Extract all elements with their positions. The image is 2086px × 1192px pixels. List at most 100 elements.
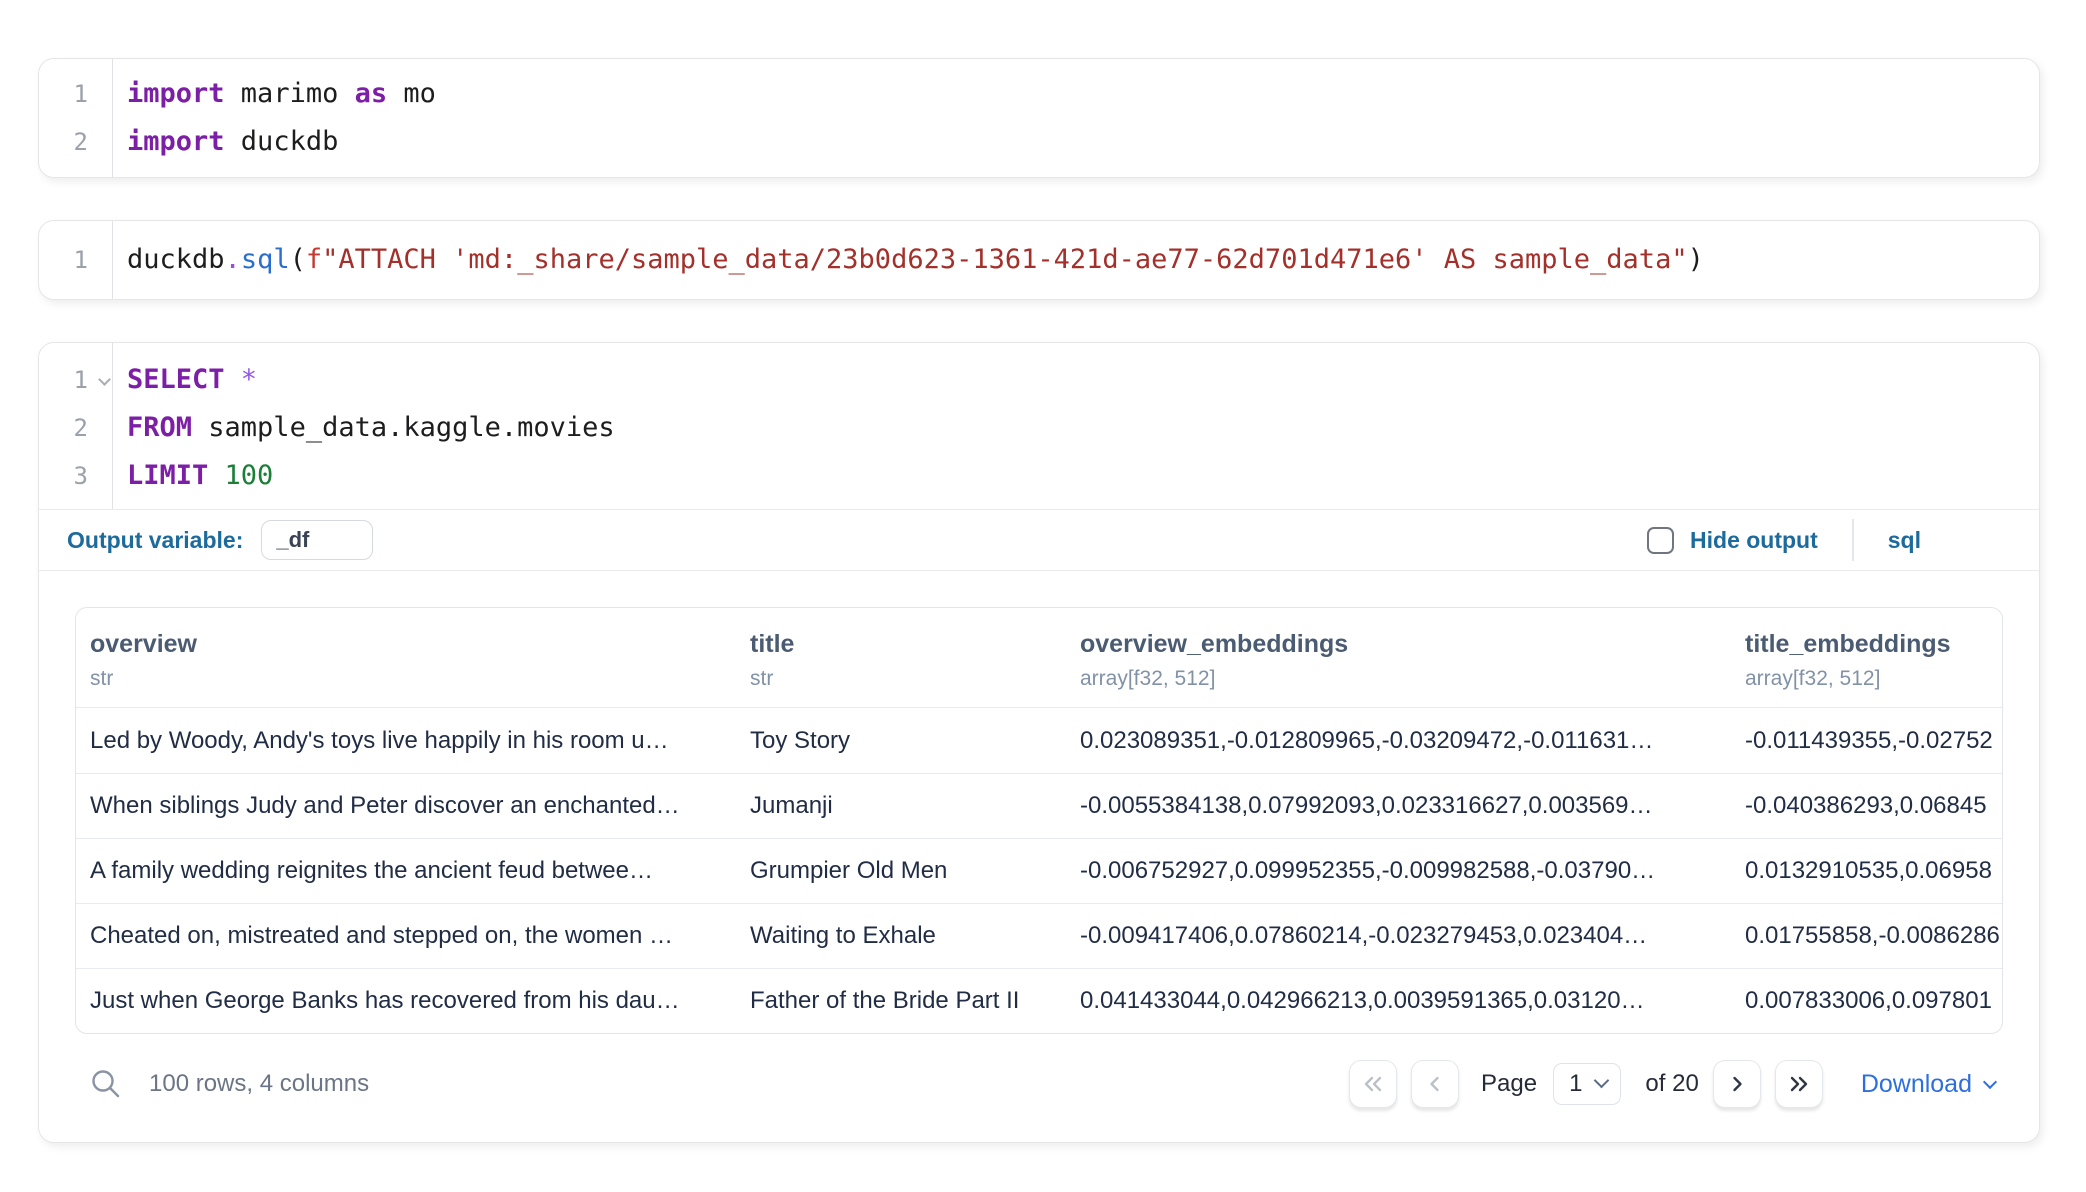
table-cell: -0.009417406,0.07860214,-0.023279453,0.0… (1066, 922, 1731, 950)
code-token: . (225, 244, 241, 275)
fold-toggle-icon[interactable] (98, 373, 111, 386)
search-icon[interactable] (89, 1067, 123, 1101)
cell-meta-bar: Output variable: Hide output sql (39, 509, 2039, 571)
chevron-down-icon (1594, 1073, 1610, 1089)
chevron-down-icon (1983, 1074, 1997, 1088)
line-number-gutter: 1 2 3 (39, 343, 113, 509)
code-line[interactable]: duckdb.sql(f"ATTACH 'md:_share/sample_da… (127, 236, 2039, 284)
code-token: "ATTACH 'md:_share/sample_data/23b0d623-… (322, 244, 1687, 275)
table-cell: When siblings Judy and Peter discover an… (76, 792, 736, 820)
table-cell: Father of the Bride Part II (736, 987, 1066, 1015)
chevron-left-icon (1425, 1074, 1445, 1094)
table-cell: Just when George Banks has recovered fro… (76, 987, 736, 1015)
chevron-right-icon (1727, 1074, 1747, 1094)
table-row: Cheated on, mistreated and stepped on, t… (76, 903, 2002, 968)
table-footer: 100 rows, 4 columns Page (75, 1034, 2003, 1142)
code-token: mo (387, 78, 436, 109)
chevrons-left-icon (1362, 1074, 1384, 1094)
column-header-overview-embeddings[interactable]: overview_embeddings array[f32, 512] (1066, 630, 1731, 691)
cell-output: overview str title str overview_embeddin… (39, 571, 2039, 1142)
table-cell: Jumanji (736, 792, 1066, 820)
code-token: SELECT (127, 364, 225, 395)
code-token: duckdb (127, 244, 225, 275)
code-cell-imports: 1 2 import marimo as mo import duckdb (38, 58, 2040, 178)
download-button[interactable]: Download (1861, 1070, 1995, 1099)
table-cell: Grumpier Old Men (736, 857, 1066, 885)
notebook-page: 1 2 import marimo as mo import duckdb 1 … (0, 0, 2086, 1143)
line-number: 1 (39, 356, 112, 404)
line-number: 2 (39, 118, 112, 166)
chevrons-right-icon (1788, 1074, 1810, 1094)
table-header-row: overview str title str overview_embeddin… (76, 608, 2002, 708)
code-token: marimo (225, 78, 355, 109)
line-number: 3 (39, 452, 112, 500)
table-row: A family wedding reignites the ancient f… (76, 838, 2002, 903)
code-token: ) (1688, 244, 1704, 275)
code-editor[interactable]: SELECT * FROM sample_data.kaggle.movies … (113, 343, 2039, 509)
table-cell: -0.006752927,0.099952355,-0.009982588,-0… (1066, 857, 1731, 885)
code-editor[interactable]: duckdb.sql(f"ATTACH 'md:_share/sample_da… (113, 221, 2039, 299)
page-total: of 20 (1645, 1070, 1698, 1098)
code-line[interactable]: import duckdb (127, 118, 2039, 166)
data-table: overview str title str overview_embeddin… (75, 607, 2003, 1034)
code-token: sql (241, 244, 290, 275)
download-label: Download (1861, 1070, 1972, 1099)
next-page-button[interactable] (1713, 1060, 1761, 1108)
code-token: as (355, 78, 388, 109)
code-line[interactable]: import marimo as mo (127, 70, 2039, 118)
code-editor[interactable]: import marimo as mo import duckdb (113, 59, 2039, 177)
table-cell: Led by Woody, Andy's toys live happily i… (76, 727, 736, 755)
code-token: ( (290, 244, 306, 275)
table-cell: Waiting to Exhale (736, 922, 1066, 950)
table-cell: -0.0055384138,0.07992093,0.023316627,0.0… (1066, 792, 1731, 820)
table-cell: 0.023089351,-0.012809965,-0.03209472,-0.… (1066, 727, 1731, 755)
first-page-button[interactable] (1349, 1060, 1397, 1108)
divider (1852, 519, 1854, 561)
line-number: 2 (39, 404, 112, 452)
prev-page-button[interactable] (1411, 1060, 1459, 1108)
last-page-button[interactable] (1775, 1060, 1823, 1108)
hide-output-label[interactable]: Hide output (1690, 527, 1818, 554)
table-cell: Toy Story (736, 727, 1066, 755)
line-number-gutter: 1 (39, 221, 113, 299)
pagination: Page 1 of 20 (1349, 1060, 1995, 1108)
column-header-title-embeddings[interactable]: title_embeddings array[f32, 512] (1731, 630, 2002, 691)
table-cell: 0.01755858,-0.0086286 (1731, 922, 2002, 950)
code-token: LIMIT (127, 460, 208, 491)
output-variable-label: Output variable: (67, 527, 243, 554)
table-cell: Cheated on, mistreated and stepped on, t… (76, 922, 736, 950)
code-token: FROM (127, 412, 192, 443)
table-row: Just when George Banks has recovered fro… (76, 968, 2002, 1033)
table-cell: -0.040386293,0.06845 (1731, 792, 2002, 820)
code-line[interactable]: FROM sample_data.kaggle.movies (127, 404, 2039, 452)
table-cell: A family wedding reignites the ancient f… (76, 857, 736, 885)
code-token: f (306, 244, 322, 275)
page-select[interactable]: 1 (1553, 1063, 1621, 1105)
sql-cell: 1 2 3 SELECT * FROM sample_data.kaggle.m… (38, 342, 2040, 1143)
column-header-overview[interactable]: overview str (76, 630, 736, 691)
line-number-gutter: 1 2 (39, 59, 113, 177)
row-count-status: 100 rows, 4 columns (149, 1070, 369, 1098)
code-line[interactable]: SELECT * (127, 356, 2039, 404)
language-badge[interactable]: sql (1888, 527, 1921, 554)
code-cell-attach: 1 duckdb.sql(f"ATTACH 'md:_share/sample_… (38, 220, 2040, 300)
page-select-value: 1 (1569, 1070, 1582, 1098)
code-token: import (127, 126, 225, 157)
table-cell: 0.041433044,0.042966213,0.0039591365,0.0… (1066, 987, 1731, 1015)
line-number: 1 (39, 236, 112, 284)
table-cell: 0.007833006,0.097801 (1731, 987, 2002, 1015)
code-token: import (127, 78, 225, 109)
code-token: duckdb (225, 126, 339, 157)
code-line[interactable]: LIMIT 100 (127, 452, 2039, 500)
page-label: Page (1481, 1070, 1537, 1098)
line-number: 1 (39, 70, 112, 118)
table-cell: -0.011439355,-0.02752 (1731, 727, 2002, 755)
code-token: 100 (208, 460, 273, 491)
code-token: sample_data.kaggle.movies (192, 412, 615, 443)
code-token: * (225, 364, 258, 395)
hide-output-checkbox[interactable] (1647, 527, 1674, 554)
output-variable-input[interactable] (261, 520, 373, 560)
column-header-title[interactable]: title str (736, 630, 1066, 691)
table-cell: 0.0132910535,0.06958 (1731, 857, 2002, 885)
table-row: Led by Woody, Andy's toys live happily i… (76, 708, 2002, 773)
